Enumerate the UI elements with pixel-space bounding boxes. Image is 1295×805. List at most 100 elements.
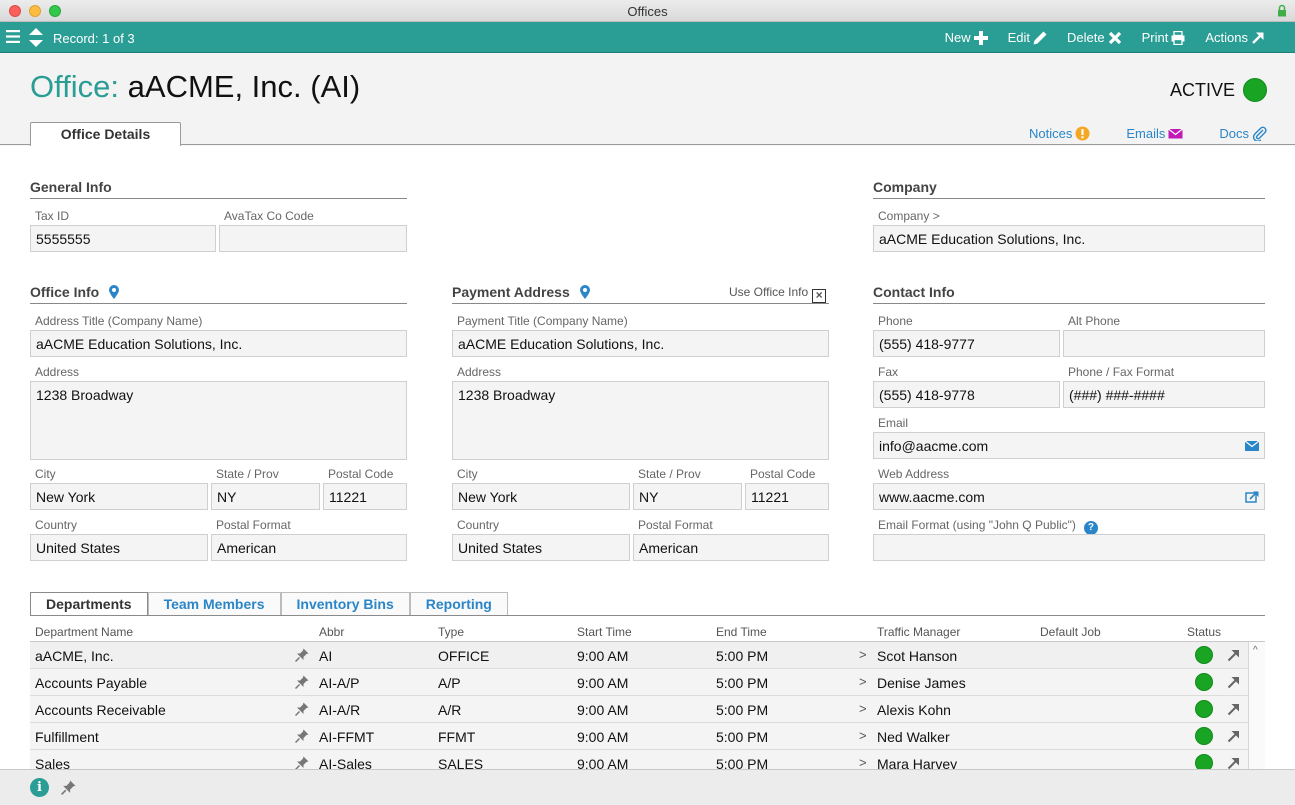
company-field[interactable]: aACME Education Solutions, Inc. (873, 225, 1265, 252)
use-office-info-label: Use Office Info (729, 285, 809, 299)
avatax-field[interactable] (219, 225, 407, 252)
tab-inventory-bins[interactable]: Inventory Bins (280, 592, 410, 616)
pin-icon[interactable] (295, 729, 309, 743)
print-button[interactable]: Print (1142, 30, 1186, 45)
use-office-info-checkbox[interactable]: × (812, 289, 827, 303)
fax-field[interactable]: (555) 418-9778 (873, 381, 1060, 408)
open-record-icon[interactable] (1227, 703, 1240, 716)
column-header-end-time[interactable]: End Time (716, 625, 767, 639)
payment-address-field[interactable]: 1238 Broadway (452, 381, 829, 460)
tab-departments[interactable]: Departments (30, 592, 148, 616)
tab-office-details[interactable]: Office Details (30, 122, 181, 146)
address-title-field[interactable]: aACME Education Solutions, Inc. (30, 330, 407, 357)
type-cell: A/P (438, 675, 461, 691)
help-icon[interactable]: ? (1083, 521, 1098, 535)
email-format-field[interactable] (873, 534, 1265, 561)
column-header-traffic-manager[interactable]: Traffic Manager (877, 625, 960, 639)
column-header-status[interactable]: Status (1187, 625, 1221, 639)
phone-format-field[interactable]: (###) ###-#### (1063, 381, 1265, 408)
record-navigation-icon[interactable] (29, 28, 43, 47)
web-address-field[interactable]: www.aacme.com (873, 483, 1265, 510)
map-pin-icon[interactable] (579, 285, 590, 299)
table-scrollbar[interactable]: ^ (1248, 642, 1265, 769)
table-row[interactable]: aACME, Inc. AI OFFICE 9:00 AM 5:00 PM > … (30, 642, 1248, 669)
chevron-right-icon[interactable]: > (859, 755, 867, 769)
status-dot-icon (1243, 78, 1267, 102)
alt-phone-field[interactable] (1063, 330, 1265, 357)
pin-icon[interactable] (295, 756, 309, 769)
table-row[interactable]: Accounts Receivable AI-A/R A/R 9:00 AM 5… (30, 696, 1248, 723)
notices-link[interactable]: Notices (1029, 126, 1090, 141)
phone-format-label: Phone / Fax Format (1068, 365, 1175, 379)
tab-team-members[interactable]: Team Members (147, 592, 281, 616)
docs-link[interactable]: Docs (1219, 126, 1267, 141)
email-field[interactable]: info@aacme.com (873, 432, 1265, 459)
postal-format-field[interactable]: American (211, 534, 407, 561)
open-record-icon[interactable] (1227, 649, 1240, 662)
chevron-right-icon[interactable]: > (859, 701, 867, 716)
open-record-icon[interactable] (1227, 676, 1240, 689)
scroll-up-icon[interactable]: ^ (1253, 645, 1258, 656)
column-header-start-time[interactable]: Start Time (577, 625, 632, 639)
table-row[interactable]: Fulfillment AI-FFMT FFMT 9:00 AM 5:00 PM… (30, 723, 1248, 750)
window-titlebar: Offices (0, 0, 1295, 22)
phone-field[interactable]: (555) 418-9777 (873, 330, 1060, 357)
avatax-label: AvaTax Co Code (224, 209, 314, 223)
column-header-abbr[interactable]: Abbr (319, 625, 344, 639)
address-field[interactable]: 1238 Broadway (30, 381, 407, 460)
status-indicator[interactable]: ACTIVE (1170, 78, 1267, 102)
chevron-right-icon[interactable]: > (859, 728, 867, 743)
column-header-type[interactable]: Type (438, 625, 464, 639)
start-time-cell: 9:00 AM (577, 702, 629, 718)
payment-title-field[interactable]: aACME Education Solutions, Inc. (452, 330, 829, 357)
emails-link[interactable]: Emails (1126, 126, 1184, 141)
edit-button[interactable]: Edit (1008, 30, 1047, 45)
country-field[interactable]: United States (30, 534, 208, 561)
postal-code-field[interactable]: 11221 (323, 483, 407, 510)
open-record-icon[interactable] (1227, 730, 1240, 743)
table-row[interactable]: Sales AI-Sales SALES 9:00 AM 5:00 PM > M… (30, 750, 1248, 769)
abbr-cell: AI-A/R (319, 702, 361, 718)
new-button[interactable]: New (945, 30, 988, 45)
start-time-cell: 9:00 AM (577, 756, 629, 769)
department-name-cell: Sales (35, 756, 71, 769)
payment-state-label: State / Prov (638, 467, 701, 481)
chevron-right-icon[interactable]: > (859, 674, 867, 689)
pin-icon[interactable] (295, 648, 309, 662)
send-email-icon[interactable] (1245, 440, 1259, 452)
column-header-department-name[interactable]: Department Name (35, 625, 133, 639)
pin-icon[interactable] (295, 702, 309, 716)
office-info-heading: Office Info (30, 284, 407, 304)
info-icon[interactable]: i (30, 778, 49, 797)
hamburger-menu-icon[interactable] (6, 30, 20, 43)
table-row[interactable]: Accounts Payable AI-A/P A/P 9:00 AM 5:00… (30, 669, 1248, 696)
docs-label: Docs (1219, 126, 1249, 141)
traffic-manager-cell: Mara Harvey (877, 756, 958, 769)
payment-postal-format-field[interactable]: American (633, 534, 829, 561)
open-record-icon[interactable] (1227, 757, 1240, 769)
column-header-default-job[interactable]: Default Job (1040, 625, 1101, 639)
pin-icon[interactable] (295, 675, 309, 689)
tax-id-field[interactable]: 5555555 (30, 225, 216, 252)
delete-button[interactable]: Delete (1067, 30, 1122, 45)
payment-postal-field[interactable]: 11221 (745, 483, 829, 510)
payment-country-field[interactable]: United States (452, 534, 630, 561)
state-field[interactable]: NY (211, 483, 320, 510)
map-pin-icon[interactable] (109, 285, 120, 299)
department-name-cell: aACME, Inc. (35, 648, 114, 664)
payment-address-label: Address (457, 365, 502, 379)
open-link-icon[interactable] (1245, 491, 1259, 503)
chevron-right-icon[interactable]: > (859, 647, 867, 662)
city-field[interactable]: New York (30, 483, 208, 510)
payment-address-title: Payment Address (452, 284, 570, 300)
paperclip-icon (1252, 126, 1267, 141)
pin-icon[interactable] (61, 780, 76, 795)
actions-button[interactable]: Actions (1205, 30, 1265, 45)
payment-city-field[interactable]: New York (452, 483, 630, 510)
use-office-info-toggle[interactable]: Use Office Info × (729, 285, 827, 303)
abbr-cell: AI-Sales (319, 756, 372, 769)
payment-state-field[interactable]: NY (633, 483, 742, 510)
company-label-link[interactable]: Company > (878, 209, 940, 223)
toolbar-actions: New Edit Delete Print Actions (945, 22, 1265, 53)
tab-reporting[interactable]: Reporting (409, 592, 508, 616)
